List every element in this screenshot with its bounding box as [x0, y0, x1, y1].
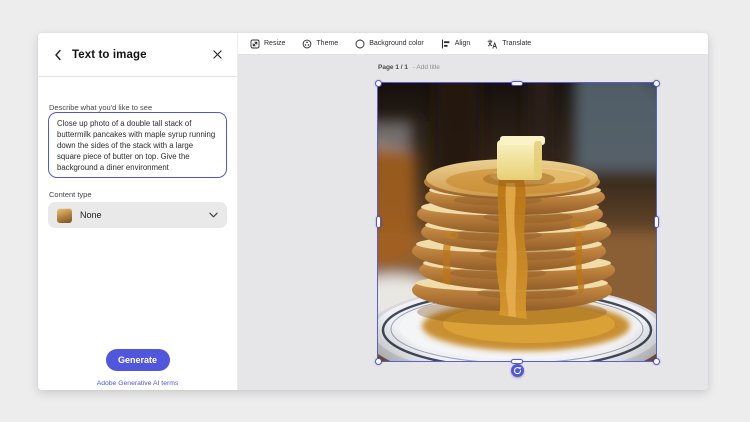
- align-icon: [441, 39, 450, 48]
- toolbar-resize-label: Resize: [264, 40, 286, 47]
- toolbar-translate-label: Translate: [502, 40, 532, 47]
- panel-header: Text to image: [38, 33, 237, 77]
- close-button[interactable]: [210, 48, 224, 62]
- content-type-dropdown[interactable]: None: [48, 202, 227, 228]
- canvas-area: Page 1 / 1 - Add title: [238, 55, 708, 390]
- editor-area: Resize Theme Background color Align Tran…: [237, 33, 708, 390]
- toolbar-theme[interactable]: Theme: [302, 39, 338, 49]
- toolbar-resize[interactable]: Resize: [250, 39, 285, 49]
- toolbar-align-label: Align: [454, 40, 471, 47]
- resize-handle-top-left[interactable]: [374, 79, 382, 87]
- content-type-value: None: [80, 210, 102, 220]
- app-background: Text to image Describe what you'd like t…: [0, 0, 750, 422]
- toolbar-background-color[interactable]: Background color: [355, 39, 424, 49]
- chevron-down-icon: [209, 212, 218, 218]
- selected-generated-image[interactable]: [374, 79, 660, 377]
- chevron-left-icon: [55, 49, 61, 60]
- toolbar-background-color-label: Background color: [369, 40, 424, 47]
- resize-handle-top-right[interactable]: [652, 79, 660, 87]
- page-number: Page 1 / 1: [378, 64, 408, 71]
- app-window: Text to image Describe what you'd like t…: [38, 33, 708, 390]
- panel-title: Text to image: [72, 48, 147, 61]
- document-toolbar: Resize Theme Background color Align Tran…: [238, 33, 708, 55]
- background-color-icon: [355, 39, 365, 48]
- add-title-button[interactable]: - Add title: [413, 64, 440, 71]
- pancake-image: [378, 83, 656, 361]
- generate-button[interactable]: Generate: [105, 349, 170, 371]
- content-type-thumbnail-icon: [57, 207, 72, 223]
- back-button[interactable]: [51, 48, 65, 62]
- rotate-icon: [513, 366, 522, 375]
- resize-handle-right[interactable]: [653, 216, 659, 228]
- resize-handle-bottom[interactable]: [511, 358, 523, 364]
- toolbar-align[interactable]: Align: [441, 39, 471, 49]
- resize-icon: [250, 39, 260, 48]
- translate-icon: [487, 38, 498, 49]
- resize-handle-top[interactable]: [511, 80, 523, 86]
- prompt-label: Describe what you'd like to see: [49, 103, 153, 112]
- toolbar-translate[interactable]: Translate: [487, 38, 532, 49]
- close-icon: [212, 50, 222, 59]
- resize-handle-bottom-left[interactable]: [374, 357, 382, 365]
- generative-ai-terms-link[interactable]: Adobe Generative AI terms: [38, 380, 237, 387]
- prompt-input[interactable]: Close up photo of a double tall stack of…: [48, 112, 227, 178]
- text-to-image-panel: Text to image Describe what you'd like t…: [38, 33, 237, 390]
- resize-handle-left[interactable]: [375, 216, 381, 228]
- theme-icon: [303, 39, 312, 48]
- resize-handle-bottom-right[interactable]: [652, 357, 660, 365]
- toolbar-theme-label: Theme: [316, 40, 339, 47]
- page-label: Page 1 / 1 - Add title: [378, 64, 440, 71]
- content-type-label: Content type: [49, 190, 92, 199]
- rotate-handle[interactable]: [510, 364, 524, 377]
